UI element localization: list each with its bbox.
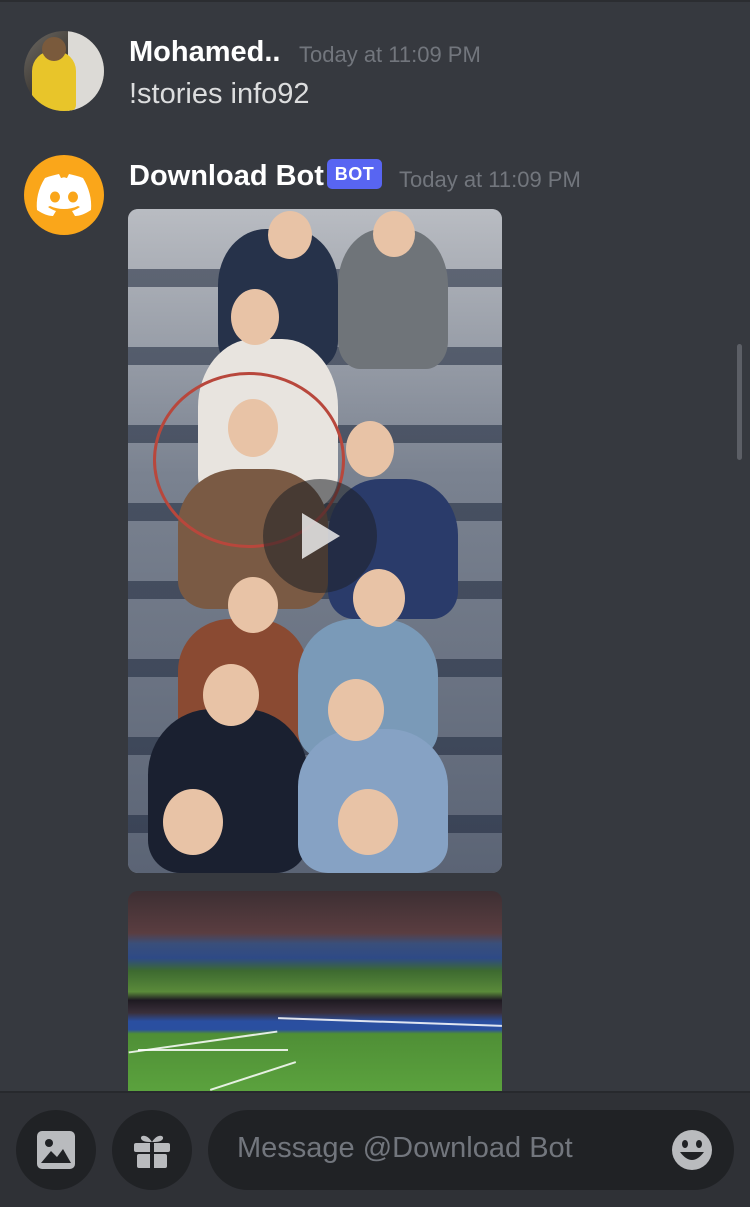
- message-author[interactable]: Mohamed..: [129, 36, 280, 69]
- rider-face: [163, 789, 223, 855]
- gift-button[interactable]: [112, 1110, 192, 1190]
- message-placeholder: Message @Download Bot: [237, 1132, 573, 1164]
- avatar-head: [42, 37, 66, 61]
- bot-badge: BOT: [327, 159, 382, 189]
- image-upload-button[interactable]: [16, 1110, 96, 1190]
- pitch-line: [138, 1049, 288, 1051]
- rider-face: [353, 569, 405, 627]
- rider-face: [373, 211, 415, 257]
- message-input[interactable]: Message @Download Bot: [208, 1110, 734, 1190]
- rider-face: [328, 679, 384, 741]
- play-icon: [302, 513, 340, 559]
- rider-face: [228, 577, 278, 633]
- video-attachment[interactable]: [128, 891, 502, 1101]
- rider-face: [338, 789, 398, 855]
- user-avatar[interactable]: [24, 31, 104, 111]
- top-divider: [0, 0, 750, 2]
- gift-icon: [134, 1135, 170, 1168]
- rider: [148, 709, 308, 873]
- rider-face: [346, 421, 394, 477]
- bot-avatar[interactable]: [24, 155, 104, 235]
- emoji-icon[interactable]: [670, 1128, 714, 1172]
- image-icon: [37, 1131, 75, 1169]
- rider-face: [231, 289, 279, 345]
- discord-logo-icon: [36, 174, 92, 216]
- scrollbar-thumb[interactable]: [737, 344, 742, 460]
- pitch-line: [278, 1017, 502, 1027]
- video-attachment[interactable]: [128, 209, 502, 873]
- pitch-line: [209, 1061, 297, 1091]
- message-author[interactable]: Download Bot: [129, 160, 324, 193]
- rider-face: [268, 211, 312, 259]
- chat-screen: Mohamed.. Today at 11:09 PM !stories inf…: [0, 0, 750, 1207]
- message-timestamp: Today at 11:09 PM: [399, 167, 581, 192]
- message-text: !stories info92: [129, 78, 310, 110]
- play-button[interactable]: [263, 479, 377, 593]
- rider-face: [203, 664, 259, 726]
- message-timestamp: Today at 11:09 PM: [299, 42, 481, 67]
